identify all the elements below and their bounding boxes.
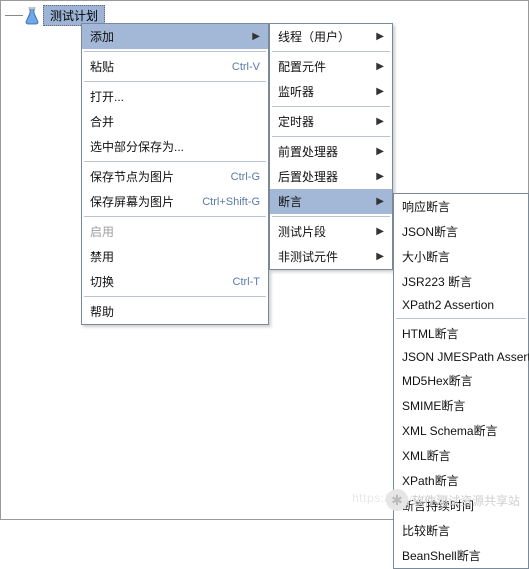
menu-item-label: 测试片段 — [278, 223, 370, 240]
menu3-item[interactable]: BeanShell断言 — [394, 543, 528, 568]
menu-item-label: 大小断言 — [402, 248, 520, 265]
menu-shortcut: Ctrl-G — [231, 171, 260, 183]
menu-item-label: XML断言 — [402, 447, 520, 464]
submenu-arrow-icon: ▶ — [376, 146, 384, 157]
menu1-item[interactable]: 禁用 — [82, 244, 268, 269]
menu1-item[interactable]: 帮助 — [82, 299, 268, 324]
menu3-item[interactable]: JSR223 断言 — [394, 269, 528, 294]
menu1-item[interactable]: 保存屏幕为图片 Ctrl+Shift-G — [82, 189, 268, 214]
menu1-item[interactable]: 粘贴 Ctrl-V — [82, 54, 268, 79]
submenu-arrow-icon: ▶ — [376, 196, 384, 207]
menu3-item[interactable]: 比较断言 — [394, 518, 528, 543]
menu-separator — [396, 318, 526, 319]
menu-item-label: 禁用 — [90, 248, 260, 265]
menu-item-label: SMIME断言 — [402, 397, 520, 414]
menu3-item[interactable]: XML Schema断言 — [394, 418, 528, 443]
menu3-item[interactable]: 大小断言 — [394, 244, 528, 269]
menu1-item[interactable]: 切换 Ctrl-T — [82, 269, 268, 294]
submenu-arrow-icon: ▶ — [252, 31, 260, 42]
menu-item-label: XPath断言 — [402, 472, 520, 489]
menu-item-label: MD5Hex断言 — [402, 372, 520, 389]
context-menu-level1: 添加 ▶ 粘贴 Ctrl-V 打开... 合并选中部分保存为... 保存节点为图片 Ctrl-… — [81, 23, 269, 325]
menu-item-label: 保存屏幕为图片 — [90, 193, 180, 210]
menu-item-label: 合并 — [90, 113, 260, 130]
menu-item-label: 前置处理器 — [278, 143, 370, 160]
menu-separator — [272, 106, 390, 107]
menu-item-label: HTML断言 — [402, 325, 520, 342]
menu1-item[interactable]: 添加 ▶ — [82, 24, 268, 49]
menu-item-label: 非测试元件 — [278, 248, 370, 265]
tree-connector — [5, 15, 23, 16]
menu-item-label: 定时器 — [278, 113, 370, 130]
menu-separator — [272, 216, 390, 217]
menu-item-label: JSON断言 — [402, 223, 520, 240]
menu-shortcut: Ctrl+Shift-G — [202, 196, 260, 208]
menu2-item[interactable]: 配置元件 ▶ — [270, 54, 392, 79]
menu3-item[interactable]: XPath2 Assertion — [394, 294, 528, 316]
menu1-item[interactable]: 保存节点为图片 Ctrl-G — [82, 164, 268, 189]
menu-item-label: 响应断言 — [402, 198, 520, 215]
submenu-arrow-icon: ▶ — [376, 116, 384, 127]
submenu-arrow-icon: ▶ — [376, 61, 384, 72]
menu3-item[interactable]: HTML断言 — [394, 321, 528, 346]
menu-item-label: JSON JMESPath Assertion — [402, 350, 529, 364]
watermark-text: 软件测试资源共享站 — [412, 492, 520, 509]
submenu-arrow-icon: ▶ — [376, 86, 384, 97]
menu3-item[interactable]: MD5Hex断言 — [394, 368, 528, 393]
menu-item-label: 保存节点为图片 — [90, 168, 209, 185]
menu3-item[interactable]: SMIME断言 — [394, 393, 528, 418]
menu-item-label: 帮助 — [90, 303, 260, 320]
menu-item-label: JSR223 断言 — [402, 273, 520, 290]
menu2-item[interactable]: 线程（用户） ▶ — [270, 24, 392, 49]
menu-item-label: XPath2 Assertion — [402, 298, 520, 312]
menu-item-label: 比较断言 — [402, 522, 520, 539]
submenu-arrow-icon: ▶ — [376, 171, 384, 182]
menu-item-label: 后置处理器 — [278, 168, 370, 185]
context-menu-level3: 响应断言 JSON断言大小断言 JSR223 断言 XPath2 Assertion H… — [393, 193, 529, 569]
menu1-item: 启用 — [82, 219, 268, 244]
menu-item-label: 断言 — [278, 193, 370, 210]
submenu-arrow-icon: ▶ — [376, 251, 384, 262]
menu-item-label: 粘贴 — [90, 58, 210, 75]
menu2-item[interactable]: 监听器 ▶ — [270, 79, 392, 104]
menu-item-label: 选中部分保存为... — [90, 138, 260, 155]
menu-shortcut: Ctrl-V — [232, 61, 260, 73]
menu-separator — [84, 161, 266, 162]
menu-separator — [84, 216, 266, 217]
menu-separator — [84, 51, 266, 52]
menu3-item[interactable]: JSON JMESPath Assertion — [394, 346, 528, 368]
watermark-icon: ✱ — [386, 489, 408, 511]
menu-item-label: 打开... — [90, 88, 260, 105]
menu2-item[interactable]: 后置处理器 ▶ — [270, 164, 392, 189]
menu2-item[interactable]: 非测试元件 ▶ — [270, 244, 392, 269]
menu-item-label: BeanShell断言 — [402, 547, 520, 564]
menu1-item[interactable]: 打开... — [82, 84, 268, 109]
menu-separator — [272, 51, 390, 52]
menu2-item[interactable]: 断言 ▶ — [270, 189, 392, 214]
menu-item-label: 线程（用户） — [278, 28, 370, 45]
menu-shortcut: Ctrl-T — [233, 276, 261, 288]
menu-separator — [272, 136, 390, 137]
menu2-item[interactable]: 测试片段 ▶ — [270, 219, 392, 244]
submenu-arrow-icon: ▶ — [376, 226, 384, 237]
menu2-item[interactable]: 前置处理器 ▶ — [270, 139, 392, 164]
context-menu-level2: 线程（用户） ▶ 配置元件 ▶ 监听器 ▶ 定时器 ▶ 前置处理器 ▶ 后置处理器 ▶ 断言 ▶ 测试片段 ▶… — [269, 23, 393, 270]
watermark: ✱ 软件测试资源共享站 — [386, 489, 520, 511]
menu3-item[interactable]: JSON断言 — [394, 219, 528, 244]
menu-item-label: 监听器 — [278, 83, 370, 100]
menu-item-label: 配置元件 — [278, 58, 370, 75]
menu1-item[interactable]: 合并 — [82, 109, 268, 134]
menu-item-label: 添加 — [90, 28, 246, 45]
menu3-item[interactable]: 响应断言 — [394, 194, 528, 219]
menu3-item[interactable]: XML断言 — [394, 443, 528, 468]
menu-separator — [84, 81, 266, 82]
menu-item-label: XML Schema断言 — [402, 422, 520, 439]
menu2-item[interactable]: 定时器 ▶ — [270, 109, 392, 134]
flask-icon — [25, 7, 39, 25]
submenu-arrow-icon: ▶ — [376, 31, 384, 42]
menu1-item[interactable]: 选中部分保存为... — [82, 134, 268, 159]
menu-item-label: 启用 — [90, 223, 260, 240]
menu-item-label: 切换 — [90, 273, 211, 290]
menu-separator — [84, 296, 266, 297]
